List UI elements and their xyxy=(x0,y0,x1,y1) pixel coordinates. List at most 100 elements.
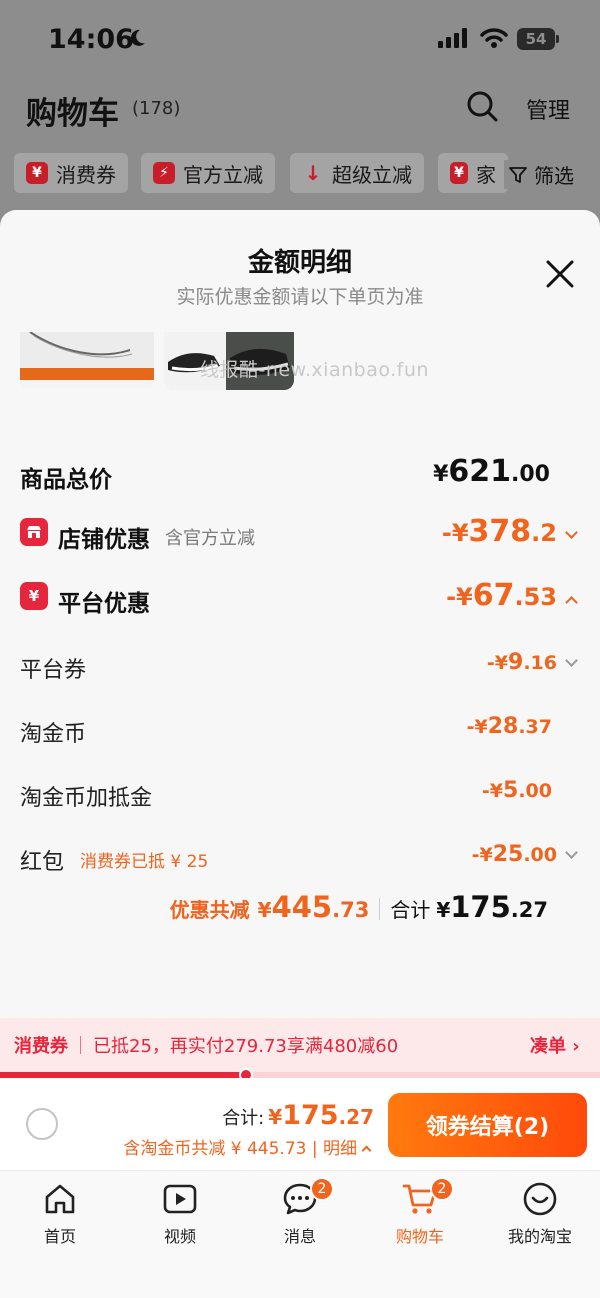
amount-integer: 28 xyxy=(487,714,519,739)
amount-decimal: .00 xyxy=(523,844,557,866)
checkout-bar: 合计: ¥ 175 .27 含淘金币共减 ¥ 445.73 | 明细 领券结算(… xyxy=(0,1078,600,1170)
chip-label: 消费券 xyxy=(56,162,116,187)
cart-item-count: (178) xyxy=(132,98,181,119)
select-all-checkbox[interactable] xyxy=(26,1108,58,1140)
amount-detail-sheet: 金额明细 实际优惠金额请以下单页为准 线报酷-new.xianbao.fun 商… xyxy=(0,210,600,1298)
goods-total-label: 商品总价 xyxy=(20,467,112,493)
arrow-down-icon: ↓ xyxy=(304,161,322,185)
page-title: 购物车 xyxy=(26,96,119,132)
tab-label: 购物车 xyxy=(395,1227,444,1246)
total-label: 合计 xyxy=(390,898,431,922)
filter-label: 筛选 xyxy=(534,164,574,188)
filter-button[interactable]: 筛选 xyxy=(504,160,574,189)
coupon-icon: ¥ xyxy=(26,162,48,184)
row-platform-coupon[interactable]: 平台券 -¥ 9 .16 xyxy=(20,646,580,686)
row-shop-discount[interactable]: 店铺优惠 含官方立减 -¥ 378 .2 xyxy=(20,514,580,554)
chevron-right-icon: › xyxy=(572,1036,580,1057)
status-time: 14:06 xyxy=(48,24,134,55)
item-label: 平台券 xyxy=(20,658,87,683)
row-goods-total: 商品总价 ¥ 621 .00 xyxy=(20,454,580,494)
discount-summary: 优惠共减 ¥ 445 .73 合计 ¥ 175 .27 xyxy=(170,890,548,924)
discount-total-label: 优惠共减 xyxy=(169,898,250,922)
amount-prefix: -¥ xyxy=(481,780,504,802)
tab-home[interactable]: 首页 xyxy=(0,1181,120,1247)
chip-label: 超级立减 xyxy=(332,162,412,187)
discount-total-decimal: .73 xyxy=(332,898,370,922)
amount-prefix: -¥ xyxy=(466,716,488,738)
filter-icon xyxy=(509,166,527,183)
divider xyxy=(379,898,381,920)
cart-badge: 2 xyxy=(430,1177,454,1201)
chevron-down-icon xyxy=(565,654,578,667)
chip-coupon[interactable]: ¥ 消费券 xyxy=(14,153,128,193)
coupon-tag: 消费券 xyxy=(14,1036,68,1057)
chevron-up-icon xyxy=(361,1145,372,1156)
tab-label: 消息 xyxy=(283,1227,316,1246)
row-red-packet[interactable]: 红包 消费券已抵 ¥ 25 -¥ 25 .00 xyxy=(20,838,580,878)
currency-symbol: ¥ xyxy=(257,898,272,922)
tab-label: 首页 xyxy=(43,1227,76,1246)
item-label: 淘金币加抵金 xyxy=(20,786,153,811)
chip-official-discount[interactable]: ⚡ 官方立减 xyxy=(141,153,275,193)
shop-discount-label: 店铺优惠 xyxy=(58,527,150,553)
item-amount: -¥ 25 .00 xyxy=(472,842,580,867)
close-icon[interactable] xyxy=(544,258,576,290)
tab-label: 视频 xyxy=(163,1227,196,1246)
chevron-down-icon xyxy=(565,526,578,539)
shop-discount-amount: -¥ 378 .2 xyxy=(442,514,580,549)
manage-button[interactable]: 管理 xyxy=(526,93,570,125)
amount-decimal: .16 xyxy=(523,652,557,674)
total-integer: 175 xyxy=(450,890,511,924)
chip-label: 家 xyxy=(476,162,496,187)
coupon-progress-banner[interactable]: 消费券 已抵25，再实付279.73享满480减60 凑单 › xyxy=(0,1018,600,1072)
tab-cart[interactable]: 购物车 2 xyxy=(360,1177,480,1247)
total-decimal: .27 xyxy=(510,898,548,922)
item-amount: -¥ 9 .16 xyxy=(487,650,580,675)
lightning-icon: ⚡ xyxy=(153,162,175,184)
product-thumbnail[interactable] xyxy=(20,332,154,388)
status-bar: 14:06 54 xyxy=(0,0,600,80)
amount-integer: 621 xyxy=(448,454,512,489)
item-amount: -¥ 28 .37 xyxy=(467,714,552,739)
amount-integer: 378 xyxy=(468,514,532,549)
amount-decimal: .37 xyxy=(518,716,552,738)
amount-integer: 5 xyxy=(503,778,519,803)
bottom-tab-bar: 首页 视频 消息 2 购物车 2 我的淘宝 xyxy=(0,1170,600,1298)
tab-video[interactable]: 视频 xyxy=(120,1181,240,1247)
tab-my-taobao[interactable]: 我的淘宝 xyxy=(480,1181,600,1247)
item-label: 淘金币 xyxy=(20,722,87,747)
item-label: 红包 xyxy=(20,850,65,875)
battery-tip xyxy=(556,35,559,43)
tab-label: 我的淘宝 xyxy=(507,1227,572,1246)
wifi-icon xyxy=(480,28,508,48)
add-items-link[interactable]: 凑单 › xyxy=(530,1032,580,1058)
amount-decimal: .53 xyxy=(514,583,557,611)
discount-total-integer: 445 xyxy=(271,890,333,924)
search-icon[interactable] xyxy=(466,90,498,122)
coupon-progress-text: 已抵25，再实付279.73享满480减60 xyxy=(93,1036,399,1057)
message-badge: 2 xyxy=(310,1177,334,1201)
chip-more[interactable]: ¥ 家 xyxy=(438,153,508,193)
chip-super-discount[interactable]: ↓ 超级立减 xyxy=(290,153,424,193)
amount-decimal: .2 xyxy=(531,519,557,547)
amount-integer: 9 xyxy=(508,650,524,675)
row-platform-discount[interactable]: ¥ 平台优惠 -¥ 67 .53 xyxy=(20,578,580,618)
platform-discount-amount: -¥ 67 .53 xyxy=(446,578,580,613)
amount-integer: 25 xyxy=(492,842,524,867)
checkout-button[interactable]: 领券结算(2) xyxy=(388,1093,587,1157)
home-icon xyxy=(45,1184,75,1214)
add-items-label: 凑单 xyxy=(530,1036,566,1057)
checkout-detail-link[interactable]: 含淘金币共减 ¥ 445.73 | 明细 xyxy=(123,1134,374,1159)
chevron-down-icon xyxy=(565,846,578,859)
amount-integer: 67 xyxy=(472,578,515,613)
tab-messages[interactable]: 消息 2 xyxy=(240,1177,360,1247)
amount-decimal: .00 xyxy=(511,462,550,487)
currency-symbol: ¥ xyxy=(268,1105,283,1129)
row-taojinbi: 淘金币 -¥ 28 .37 xyxy=(20,710,580,750)
amount-prefix: -¥ xyxy=(446,583,473,611)
amount-prefix: -¥ xyxy=(486,652,509,674)
checkout-total-integer: 175 xyxy=(282,1100,339,1131)
currency-symbol: ¥ xyxy=(433,462,449,487)
divider xyxy=(80,1036,81,1054)
coupon-icon: ¥ xyxy=(20,582,48,610)
